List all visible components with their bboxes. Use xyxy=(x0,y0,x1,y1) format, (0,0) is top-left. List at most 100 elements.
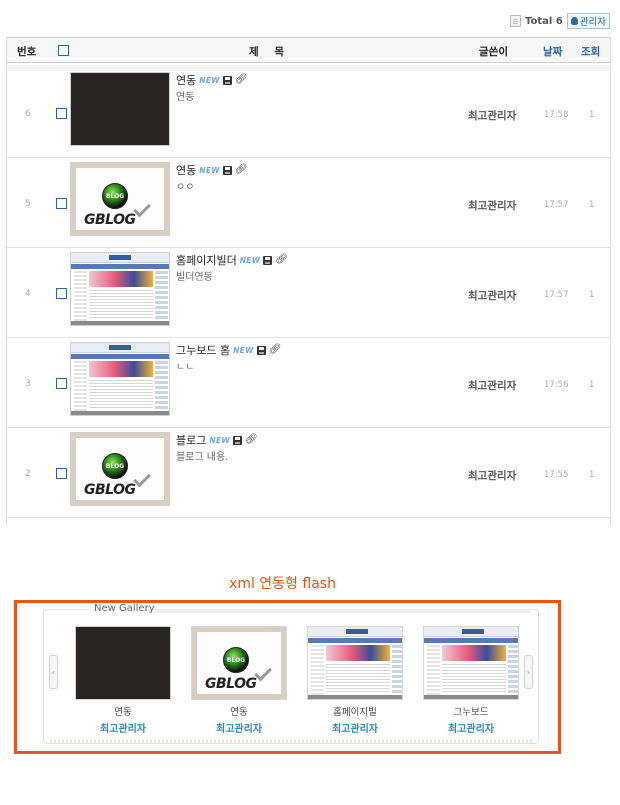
header-no: 번호 xyxy=(17,46,37,58)
gallery-inner: New Gallery ‹ 연동 최고관리자 BLOG GBLOG 연동 최고관리자 홈페이… xyxy=(43,603,539,744)
row-title-link[interactable]: 연동 xyxy=(176,162,196,178)
table-row[interactable]: 2 BLOG GBLOG 블로그 NEW 🔗︎ 블로그 내용. 최고관리자 17:55 1 xyxy=(6,428,611,518)
row-thumbnail[interactable]: BLOG GBLOG xyxy=(70,162,170,236)
checkmark-icon xyxy=(133,469,151,488)
row-thumbnail[interactable] xyxy=(70,72,170,146)
photo-dark xyxy=(76,627,170,699)
disk-icon xyxy=(256,345,266,355)
disk-icon xyxy=(263,255,273,265)
row-writer[interactable]: 최고관리자 xyxy=(468,288,516,303)
row-checkbox[interactable] xyxy=(56,288,67,299)
chevron-left-icon[interactable]: ‹ xyxy=(49,655,58,689)
flash-caption: xml 연동형 flash xyxy=(229,576,336,592)
website-screenshot xyxy=(424,627,518,699)
row-hits: 1 xyxy=(589,110,595,120)
gallery-thumbnail[interactable] xyxy=(423,626,519,700)
gallery-item-writer: 최고관리자 xyxy=(332,724,378,735)
gallery-legend: New Gallery xyxy=(88,603,161,614)
row-thumbnail[interactable]: BLOG GBLOG xyxy=(70,432,170,506)
row-checkbox[interactable] xyxy=(56,108,67,119)
gblog-logo: BLOG GBLOG xyxy=(71,433,169,505)
row-writer[interactable]: 최고관리자 xyxy=(468,198,516,213)
row-subtitle: ㅇㅇ xyxy=(176,182,195,193)
row-checkbox[interactable] xyxy=(56,198,67,209)
new-badge-icon: NEW xyxy=(209,436,230,446)
row-writer[interactable]: 최고관리자 xyxy=(468,378,516,393)
row-hits: 1 xyxy=(589,470,595,480)
gallery-thumbnail[interactable] xyxy=(75,626,171,700)
gallery-thumbnail[interactable]: BLOG GBLOG xyxy=(191,626,287,700)
paperclip-icon: 🔗︎ xyxy=(268,344,282,355)
gblog-wordmark: GBLOG xyxy=(84,212,136,228)
gallery-item[interactable]: 홈페이지빌 최고관리자 xyxy=(307,626,403,735)
gallery-item[interactable]: BLOG GBLOG 연동최고관리자 xyxy=(191,626,287,735)
row-title-link[interactable]: 연동 xyxy=(176,72,196,88)
document-icon xyxy=(510,15,521,27)
paperclip-icon: 🔗︎ xyxy=(234,74,248,85)
row-time: 17:57 xyxy=(544,290,569,300)
table-row[interactable]: 3 그누보드 홈 NEW 🔗︎ ㄴㄴ 최고관리자 17:56 1 xyxy=(6,338,611,428)
checkmark-icon xyxy=(254,663,272,682)
blog-ball-text: BLOG xyxy=(105,193,125,200)
row-checkbox[interactable] xyxy=(56,378,67,389)
gallery-item-writer: 최고관리자 xyxy=(100,724,146,735)
row-time: 17:56 xyxy=(544,380,569,390)
blog-ball-text: BLOG xyxy=(105,463,125,470)
gallery-item-writer: 최고관리자 xyxy=(216,724,262,735)
gallery-item[interactable]: 연동최고관리자 xyxy=(75,626,171,735)
row-time: 17:57 xyxy=(544,200,569,210)
gblog-logo: BLOG GBLOG xyxy=(192,627,286,699)
row-checkbox[interactable] xyxy=(56,468,67,479)
select-all-checkbox[interactable] xyxy=(58,45,69,56)
gallery-item-writer: 최고관리자 xyxy=(448,724,494,735)
table-row[interactable]: 6 연동 NEW 🔗︎ 연동 최고관리자 17:58 1 xyxy=(6,68,611,158)
row-title-line: 블로그 NEW 🔗︎ xyxy=(176,432,258,448)
paperclip-icon: 🔗︎ xyxy=(275,254,289,265)
row-hits: 1 xyxy=(589,200,595,210)
table-row[interactable]: 5 BLOG GBLOG 연동 NEW 🔗︎ ㅇㅇ 최고관리자 17:57 1 xyxy=(6,158,611,248)
website-screenshot xyxy=(308,627,402,699)
gallery-item-title: 연동 xyxy=(230,707,248,718)
table-row[interactable]: 4 홈페이지빌더 NEW 🔗︎ 빌더연동 최고관리자 17:57 1 xyxy=(6,248,611,338)
row-subtitle: 연동 xyxy=(176,92,195,103)
gallery-item[interactable]: 그누보드 최고관리자 xyxy=(423,626,519,735)
gblog-logo: BLOG GBLOG xyxy=(71,163,169,235)
paperclip-icon: 🔗︎ xyxy=(234,164,248,175)
gallery-thumbnail[interactable] xyxy=(307,626,403,700)
row-title-link[interactable]: 블로그 xyxy=(176,432,206,448)
gblog-wordmark: GBLOG xyxy=(205,676,257,692)
new-badge-icon: NEW xyxy=(233,346,254,356)
row-title-link[interactable]: 그누보드 홈 xyxy=(176,342,230,358)
row-number: 3 xyxy=(25,379,31,389)
disk-icon xyxy=(222,75,232,85)
total-count: Total 6 xyxy=(525,15,563,27)
row-writer[interactable]: 최고관리자 xyxy=(468,468,516,483)
checkmark-icon xyxy=(133,199,151,218)
new-badge-icon: NEW xyxy=(199,76,220,86)
flash-gallery: New Gallery ‹ 연동 최고관리자 BLOG GBLOG 연동 최고관리자 홈페이… xyxy=(14,600,561,754)
row-thumbnail[interactable] xyxy=(70,252,170,326)
header-date-sort[interactable]: 날짜 xyxy=(543,44,562,59)
photo-dark xyxy=(71,73,169,145)
website-screenshot xyxy=(71,343,169,415)
blog-ball-icon: BLOG xyxy=(102,183,128,209)
gallery-item-title: 연동 xyxy=(114,707,132,718)
row-thumbnail[interactable] xyxy=(70,342,170,416)
row-title-link[interactable]: 홈페이지빌더 xyxy=(176,252,237,268)
gblog-wordmark: GBLOG xyxy=(84,482,136,498)
disk-icon xyxy=(222,165,232,175)
admin-button-label: 관리자 xyxy=(579,17,606,28)
new-badge-icon: NEW xyxy=(199,166,220,176)
row-number: 6 xyxy=(25,109,31,119)
row-number: 5 xyxy=(25,199,31,209)
disk-icon xyxy=(232,435,242,445)
row-subtitle: 빌더연동 xyxy=(176,272,213,283)
chevron-right-icon[interactable]: › xyxy=(524,655,533,689)
row-subtitle: 블로그 내용. xyxy=(176,452,229,463)
header-hits-sort[interactable]: 조회 xyxy=(581,44,600,59)
row-writer[interactable]: 최고관리자 xyxy=(468,108,516,123)
header-title: 제 목 xyxy=(249,46,290,58)
admin-button[interactable]: 관리자 xyxy=(566,13,610,29)
header-writer: 글쓴이 xyxy=(479,46,508,58)
blog-ball-text: BLOG xyxy=(226,657,246,664)
